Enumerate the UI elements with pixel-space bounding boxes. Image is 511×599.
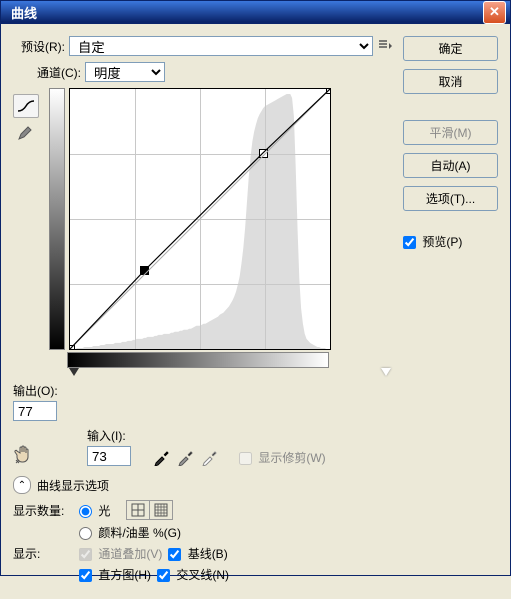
channel-overlay-checkbox[interactable]: 通道叠加(V) [79,545,162,562]
collapse-icon[interactable]: ⌃ [13,476,31,494]
close-button[interactable]: ✕ [483,1,506,24]
smooth-button: 平滑(M) [403,120,498,145]
options-button[interactable]: 选项(T)... [403,186,498,211]
cancel-button[interactable]: 取消 [403,69,498,94]
white-eyedropper-icon[interactable] [201,448,219,466]
black-eyedropper-icon[interactable] [153,448,171,466]
gray-eyedropper-icon[interactable] [177,448,195,466]
channel-select[interactable]: 明度 [85,62,165,82]
input-gradient [67,352,329,368]
hand-tool-icon[interactable] [13,442,37,466]
pigment-radio[interactable]: 颜料/油墨 %(G) [79,524,181,541]
window-title: 曲线 [5,3,483,22]
ok-button[interactable]: 确定 [403,36,498,61]
histogram-checkbox[interactable]: 直方图(H) [79,566,151,583]
preview-checkbox[interactable]: 预览(P) [403,233,498,250]
preset-select[interactable]: 自定 [69,36,373,56]
display-options-header: 曲线显示选项 [37,477,109,494]
auto-button[interactable]: 自动(A) [403,153,498,178]
pencil-tool-button[interactable] [13,122,37,144]
grid-10x10-icon[interactable] [150,501,172,519]
input-field[interactable] [87,446,131,466]
grid-type-toggle[interactable] [126,500,173,520]
intersection-checkbox[interactable]: 交叉线(N) [157,566,229,583]
channel-label: 通道(C): [37,64,81,81]
input-label: 输入(I): [87,427,131,444]
output-label: 输出(O): [13,382,58,399]
preset-label: 预设(R): [13,38,65,55]
curve-tool-button[interactable] [13,94,39,118]
output-gradient [49,88,65,350]
grid-4x4-icon[interactable] [127,501,150,519]
titlebar: 曲线 ✕ [1,1,510,24]
curves-grid[interactable] [69,88,331,350]
preset-menu-icon[interactable] [377,38,393,54]
output-field[interactable] [13,401,57,421]
amount-label: 显示数量: [13,502,73,519]
light-radio[interactable]: 光 [79,502,110,519]
baseline-checkbox[interactable]: 基线(B) [168,545,227,562]
show-label: 显示: [13,545,73,562]
show-clipping-checkbox: 显示修剪(W) [239,449,326,466]
